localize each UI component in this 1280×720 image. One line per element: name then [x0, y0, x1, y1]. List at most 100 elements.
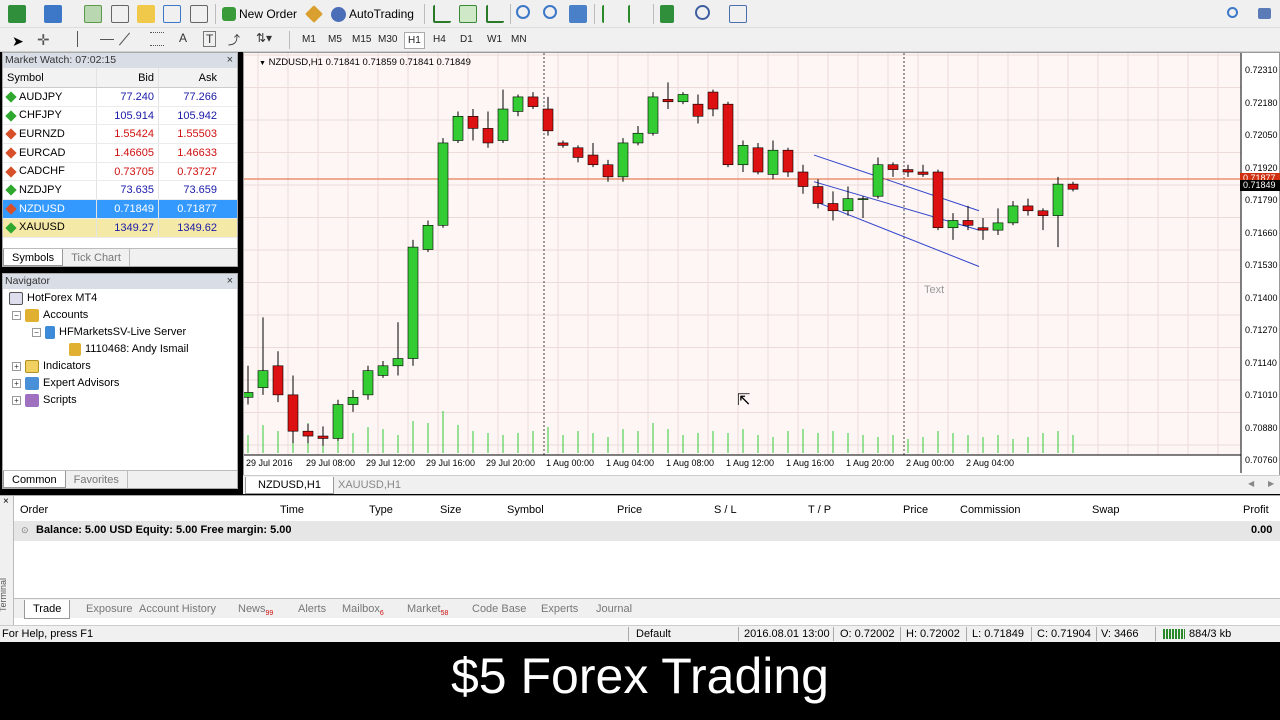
candle-body[interactable]	[902, 169, 914, 173]
candle-body[interactable]	[1067, 183, 1079, 190]
shapes-dropdown-icon[interactable]: ⇅▾	[256, 31, 272, 45]
candle-body[interactable]	[557, 142, 569, 146]
zoom-in-icon[interactable]	[516, 5, 530, 19]
column-header[interactable]: Time	[280, 504, 304, 516]
expand-icon[interactable]: +	[12, 395, 21, 405]
expand-icon[interactable]: +	[12, 361, 21, 371]
market-watch-row[interactable]: EURNZD 1.55424 1.55503	[3, 125, 237, 145]
periods-icon[interactable]	[695, 5, 710, 20]
cursor-icon[interactable]: ➤	[12, 33, 24, 50]
indicators-icon[interactable]	[660, 5, 674, 23]
candle-body[interactable]	[872, 164, 884, 197]
scroll-left-icon[interactable]: ◀	[1248, 479, 1254, 488]
candle-body[interactable]	[422, 224, 434, 250]
close-icon[interactable]: ×	[227, 274, 233, 289]
candle-body[interactable]	[647, 96, 659, 134]
candle-body[interactable]	[827, 203, 839, 212]
candle-body[interactable]	[662, 99, 674, 103]
terminal-icon[interactable]	[163, 5, 181, 23]
candle-body[interactable]	[767, 149, 779, 175]
candle-body[interactable]	[287, 394, 299, 432]
close-icon[interactable]: ×	[227, 53, 233, 68]
tab-xauusd-h1[interactable]: XAUUSD,H1	[326, 477, 413, 494]
candle-body[interactable]	[857, 198, 869, 200]
column-header[interactable]: Swap	[1092, 504, 1120, 516]
nav-account[interactable]: 1110468: Andy Ismail	[69, 341, 189, 357]
tab-nzdusd-h1[interactable]: NZDUSD,H1	[245, 477, 334, 494]
timeframe-mn[interactable]: MN	[508, 32, 530, 47]
nav-server[interactable]: − HFMarketsSV-Live Server	[32, 324, 186, 340]
nav-indicators[interactable]: + Indicators	[12, 358, 91, 374]
candle-body[interactable]	[677, 94, 689, 103]
candle-body[interactable]	[527, 96, 539, 107]
tile-windows-icon[interactable]	[569, 5, 587, 23]
candle-body[interactable]	[992, 222, 1004, 231]
timeframe-m1[interactable]: M1	[299, 32, 319, 47]
fibonacci-icon[interactable]	[150, 32, 164, 46]
column-header[interactable]: Price	[903, 504, 928, 516]
candle-body[interactable]	[362, 370, 374, 396]
candle-body[interactable]	[332, 404, 344, 439]
auto-scroll-icon[interactable]	[602, 5, 620, 23]
tab-alerts[interactable]: Alerts	[290, 600, 334, 618]
tab-favorites[interactable]: Favorites	[66, 471, 128, 488]
crosshair-icon[interactable]: ✛	[37, 31, 50, 49]
candle-body[interactable]	[842, 198, 854, 212]
market-watch-row[interactable]: CADCHF 0.73705 0.73727	[3, 162, 237, 182]
tab-trade[interactable]: Trade	[24, 600, 71, 619]
market-watch-row[interactable]: NZDUSD 0.71849 0.71877	[3, 200, 237, 219]
column-header[interactable]: Price	[617, 504, 642, 516]
candle-body[interactable]	[452, 115, 464, 141]
nav-root[interactable]: HotForex MT4	[9, 290, 97, 306]
tab-tick-chart[interactable]: Tick Chart	[63, 249, 130, 266]
market-watch-icon[interactable]	[84, 5, 102, 23]
column-header[interactable]: Symbol	[507, 504, 544, 516]
strategy-tester-icon[interactable]	[190, 5, 208, 23]
templates-icon[interactable]	[729, 5, 747, 23]
candle-body[interactable]	[932, 171, 944, 229]
autotrading-button[interactable]: AutoTrading	[331, 4, 414, 24]
timeframe-h4[interactable]: H4	[430, 32, 449, 47]
column-header[interactable]: Size	[440, 504, 461, 516]
candle-body[interactable]	[512, 96, 524, 112]
candle-body[interactable]	[407, 246, 419, 359]
market-watch-row[interactable]: EURCAD 1.46605 1.46633	[3, 144, 237, 163]
candle-body[interactable]	[467, 115, 479, 129]
candle-body[interactable]	[272, 365, 284, 396]
market-watch-row[interactable]: CHFJPY 105.914 105.942	[3, 106, 237, 126]
profiles-icon[interactable]	[44, 5, 62, 23]
candle-body[interactable]	[392, 358, 404, 367]
candle-body[interactable]	[1022, 205, 1034, 212]
new-order-button[interactable]: New Order	[222, 4, 297, 24]
close-icon[interactable]: ×	[3, 496, 9, 507]
tab-common[interactable]: Common	[3, 471, 66, 488]
candle-body[interactable]	[887, 164, 899, 170]
candle-body[interactable]	[302, 430, 314, 437]
candle-body[interactable]	[437, 142, 449, 226]
bar-chart-icon[interactable]	[433, 5, 451, 23]
candle-body[interactable]	[782, 149, 794, 173]
text-tool-icon[interactable]: A	[179, 31, 187, 45]
candle-body[interactable]	[257, 370, 269, 388]
candle-body[interactable]	[617, 142, 629, 178]
candle-body[interactable]	[497, 108, 509, 141]
candle-body[interactable]	[737, 145, 749, 166]
candle-body[interactable]	[587, 154, 599, 166]
symbol-column-header[interactable]: Symbol	[3, 68, 97, 87]
zoom-out-icon[interactable]	[543, 5, 557, 19]
tab-journal[interactable]: Journal	[588, 600, 640, 618]
chart-shift-icon[interactable]	[628, 5, 646, 23]
arrows-icon[interactable]: ⤴	[228, 31, 240, 48]
market-watch-row[interactable]: NZDJPY 73.635 73.659	[3, 181, 237, 201]
tab-news[interactable]: News99	[230, 600, 281, 623]
balance-row[interactable]: ⊙ Balance: 5.00 USD Equity: 5.00 Free ma…	[14, 521, 1280, 541]
expand-icon[interactable]: +	[12, 378, 21, 388]
nav-expert-advisors[interactable]: + Expert Advisors	[12, 375, 119, 391]
candle-body[interactable]	[244, 392, 254, 398]
tab-symbols[interactable]: Symbols	[3, 249, 64, 266]
candle-body[interactable]	[572, 147, 584, 158]
line-chart-icon[interactable]	[486, 5, 504, 23]
candle-body[interactable]	[797, 171, 809, 187]
candle-body[interactable]	[482, 128, 494, 144]
tab-mailbox[interactable]: Mailbox6	[334, 600, 392, 623]
